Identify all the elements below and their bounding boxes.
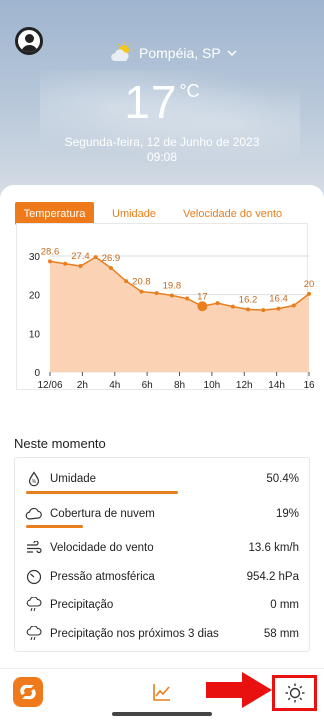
y-tick-label: 20 <box>29 291 41 302</box>
current-point <box>197 301 208 312</box>
metric-value: 954.2 hPa <box>246 571 299 583</box>
data-point <box>154 291 159 296</box>
metric-row-cloud-cover: Cobertura de nuvem 19% <box>15 503 311 525</box>
data-label: 20.8 <box>132 277 151 288</box>
metric-row-wind: Velocidade do vento 13.6 km/h <box>15 537 311 559</box>
x-tick-label: 8h <box>174 380 185 391</box>
now-metrics-panel: % Umidade 50.4% Cobertura de nuvem 19% V… <box>14 457 310 652</box>
data-point <box>48 259 52 264</box>
metric-label: Pressão atmosférica <box>50 571 155 583</box>
sun-settings-icon <box>285 683 304 703</box>
red-arrow-annotation-icon <box>206 672 272 708</box>
data-point <box>230 304 235 309</box>
data-point <box>63 261 68 266</box>
humidity-drop-icon: % <box>25 470 43 488</box>
data-point <box>246 307 251 312</box>
data-point <box>215 301 220 306</box>
chart-tabs: Temperatura Umidade Velocidade do vento <box>15 202 282 225</box>
current-date: Segunda-feira, 12 de Junho de 2023 <box>64 135 260 149</box>
app-logo-icon[interactable] <box>13 677 43 707</box>
location-selector[interactable]: Pompéia, SP <box>110 40 238 66</box>
x-tick-label: 12h <box>236 380 253 391</box>
cloud-icon <box>25 505 43 523</box>
data-label: 19.8 <box>163 280 182 291</box>
data-label: 20 <box>304 279 315 290</box>
data-label: 16.4 <box>269 294 288 305</box>
y-tick-label: 30 <box>29 252 41 263</box>
x-tick-label: 16 <box>303 380 315 391</box>
rain-cloud-icon <box>25 625 43 643</box>
data-point <box>108 265 113 270</box>
data-point <box>276 306 281 311</box>
data-point <box>291 303 296 308</box>
metric-value: 50.4% <box>266 473 299 485</box>
svg-text:%: % <box>32 479 37 485</box>
metric-label: Umidade <box>50 473 97 485</box>
temperature-chart[interactable]: 0 10 20 30 12/06 2h 4h 6h 8h 10h 12h 14h 16 28.6 27.4 2… <box>0 223 324 398</box>
x-tick-label: 2h <box>77 380 88 391</box>
x-tick-label: 12/06 <box>37 380 62 391</box>
metric-row-humidity: % Umidade 50.4% <box>15 468 311 490</box>
wind-icon <box>25 539 43 557</box>
tab-wind-speed[interactable]: Velocidade do vento <box>183 202 282 225</box>
temperature-area <box>50 257 309 372</box>
now-section-title: Neste momento <box>14 436 106 451</box>
data-label: 16.2 <box>239 294 258 305</box>
temperature-unit: °C <box>179 81 200 101</box>
x-tick-label: 4h <box>109 380 120 391</box>
x-tick-label: 14h <box>268 380 285 391</box>
cloud-cover-bar <box>26 525 84 528</box>
data-label: 27.4 <box>71 251 90 262</box>
sun-behind-cloud-icon <box>111 42 133 61</box>
current-time: 09:08 <box>146 150 178 164</box>
metric-row-precipitation-3-days: Precipitação nos próximos 3 dias 58 mm <box>15 623 311 645</box>
current-temperature: 17 °C <box>0 75 324 129</box>
humidity-bar <box>26 491 178 494</box>
y-tick-label: 0 <box>34 368 40 379</box>
data-label: 17 <box>197 291 208 302</box>
data-label: 26.9 <box>102 253 121 264</box>
temperature-value: 17 <box>124 76 178 128</box>
data-point <box>185 296 190 301</box>
tab-humidity[interactable]: Umidade <box>112 202 156 225</box>
settings-button[interactable] <box>272 675 317 711</box>
tab-temperature[interactable]: Temperatura <box>15 202 94 225</box>
data-point <box>93 255 98 260</box>
metric-value: 0 mm <box>270 599 299 611</box>
data-point <box>307 291 311 296</box>
metric-value: 13.6 km/h <box>248 542 300 554</box>
rain-cloud-icon <box>25 596 43 614</box>
metric-label: Precipitação <box>50 599 114 611</box>
data-point <box>78 264 83 269</box>
system-home-indicator[interactable] <box>112 712 212 716</box>
metric-row-pressure: Pressão atmosférica 954.2 hPa <box>15 566 311 588</box>
profile-avatar-icon[interactable] <box>15 27 43 55</box>
data-point <box>139 289 144 294</box>
x-tick-label: 6h <box>142 380 153 391</box>
chart-icon[interactable] <box>152 682 172 702</box>
x-tick-label: 10h <box>204 380 221 391</box>
data-label: 28.6 <box>41 246 60 257</box>
y-tick-label: 10 <box>29 329 41 340</box>
metric-value: 58 mm <box>263 628 299 640</box>
chevron-down-icon[interactable] <box>226 47 238 59</box>
metric-label: Cobertura de nuvem <box>50 508 155 520</box>
metric-label: Precipitação nos próximos 3 dias <box>50 628 219 640</box>
data-point <box>261 308 266 313</box>
gauge-icon <box>25 568 43 586</box>
data-point <box>169 293 174 298</box>
metric-value: 19% <box>275 508 299 520</box>
metric-row-precipitation: Precipitação 0 mm <box>15 594 311 616</box>
location-name[interactable]: Pompéia, SP <box>139 45 221 61</box>
metric-label: Velocidade do vento <box>50 542 154 554</box>
data-point <box>124 279 129 284</box>
